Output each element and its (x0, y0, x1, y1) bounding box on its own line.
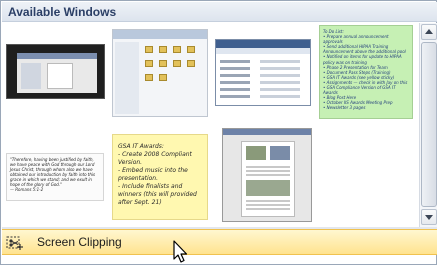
screen-clipping-icon (6, 236, 23, 250)
thumbnail-preview (17, 53, 97, 93)
scroll-up-button[interactable] (421, 24, 437, 40)
window-thumbnail-document[interactable] (222, 128, 312, 222)
gallery-title: Available Windows (8, 5, 117, 19)
document-page (241, 141, 295, 217)
mouse-cursor-icon (173, 240, 188, 263)
chevron-down-icon (425, 215, 433, 220)
scroll-thumb[interactable] (421, 42, 437, 207)
gallery-header: Available Windows (2, 2, 437, 22)
screen-clipping-button[interactable]: Screen Clipping (2, 229, 437, 255)
chevron-up-icon (425, 29, 433, 34)
screen-clipping-label: Screen Clipping (37, 235, 122, 249)
scroll-down-button[interactable] (421, 209, 437, 225)
window-thumbnail-explorer[interactable] (112, 29, 208, 117)
window-thumbnail-awards-note[interactable]: GSA IT Awards: - Create 2008 Compliant V… (112, 134, 208, 220)
todo-note-text: To Do List: • Prepare annual announcemen… (323, 29, 408, 111)
window-thumbnail-settings[interactable] (215, 39, 311, 106)
awards-note-text: GSA IT Awards: - Create 2008 Compliant V… (118, 143, 197, 206)
window-thumbnail-presentation[interactable] (6, 44, 105, 99)
window-thumbnail-todo-note[interactable]: To Do List: • Prepare annual announcemen… (319, 25, 413, 119)
available-windows-gallery: Available Windows To Do List: • Prepare … (0, 0, 437, 265)
quote-note-text: "Therefore, having been justified by fai… (10, 157, 96, 192)
gallery-scrollbar[interactable] (419, 23, 437, 227)
window-thumbnail-quote-note[interactable]: "Therefore, having been justified by fai… (6, 153, 104, 201)
